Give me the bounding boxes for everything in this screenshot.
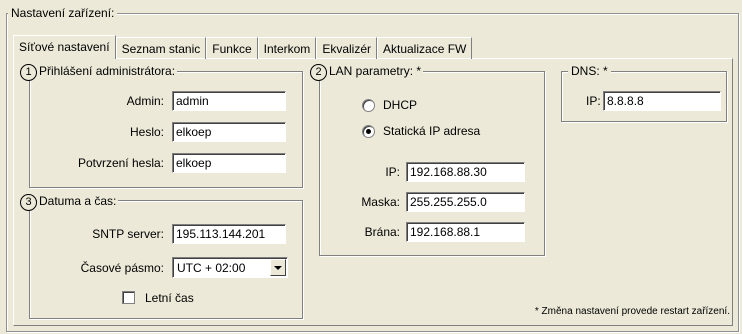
admin-username-input[interactable]: admin — [172, 91, 286, 111]
device-settings-title: Nastavení zařízení: — [8, 6, 118, 20]
tab-station-list[interactable]: Seznam stanic — [115, 37, 207, 59]
dst-checkbox[interactable] — [122, 291, 135, 304]
step-number-1: 1 — [20, 64, 37, 81]
timezone-value: UTC + 02:00 — [177, 261, 246, 275]
lan-mask-label: Maska: — [361, 195, 400, 209]
tab-network-settings[interactable]: Síťové nastavení — [13, 35, 116, 59]
lan-params-title: LAN parametry: * — [327, 64, 424, 78]
step-number-2: 2 — [310, 64, 327, 81]
dst-label: Letní čas — [145, 291, 194, 305]
chevron-down-icon[interactable] — [270, 259, 286, 276]
lan-gateway-input[interactable]: 192.168.88.1 — [406, 222, 525, 242]
static-ip-radio[interactable] — [362, 125, 375, 138]
admin-username-label: Admin: — [126, 94, 164, 108]
dhcp-label: DHCP — [383, 98, 418, 112]
tab-functions[interactable]: Funkce — [206, 37, 258, 59]
admin-password-label: Heslo: — [129, 125, 164, 139]
lan-ip-input[interactable]: 192.168.88.30 — [406, 162, 525, 182]
step-number-3: 3 — [20, 194, 37, 211]
tab-fw-update[interactable]: Aktualizace FW — [377, 37, 473, 59]
dns-ip-input[interactable]: 8.8.8.8 — [603, 91, 721, 111]
restart-note: * Změna nastavení provede restart zaříze… — [534, 306, 730, 317]
admin-confirm-label: Potvrzení hesla: — [77, 156, 164, 170]
timezone-label: Časové pásmo: — [80, 261, 164, 275]
tab-intercom[interactable]: Interkom — [257, 37, 317, 59]
admin-password-input[interactable]: elkoep — [172, 122, 286, 142]
dns-title: DNS: * — [568, 64, 611, 78]
admin-login-title: Přihlášení administrátora: — [37, 64, 178, 78]
admin-confirm-input[interactable]: elkoep — [172, 153, 286, 173]
datetime-title: Datuma a čas: — [37, 194, 119, 208]
sntp-server-label: SNTP server: — [92, 227, 164, 241]
timezone-select[interactable]: UTC + 02:00 — [172, 257, 288, 278]
sntp-server-input[interactable]: 195.113.144.201 — [172, 224, 286, 244]
lan-mask-input[interactable]: 255.255.255.0 — [406, 192, 525, 212]
lan-gateway-label: Brána: — [364, 225, 400, 239]
dhcp-radio[interactable] — [362, 99, 375, 112]
lan-ip-label: IP: — [385, 165, 400, 179]
tab-bar: Síťové nastavení Seznam stanic Funkce In… — [13, 35, 473, 59]
dns-ip-label: IP: — [586, 94, 601, 108]
static-ip-label: Statická IP adresa — [383, 124, 481, 138]
tab-equalizer[interactable]: Ekvalizér — [316, 37, 377, 59]
